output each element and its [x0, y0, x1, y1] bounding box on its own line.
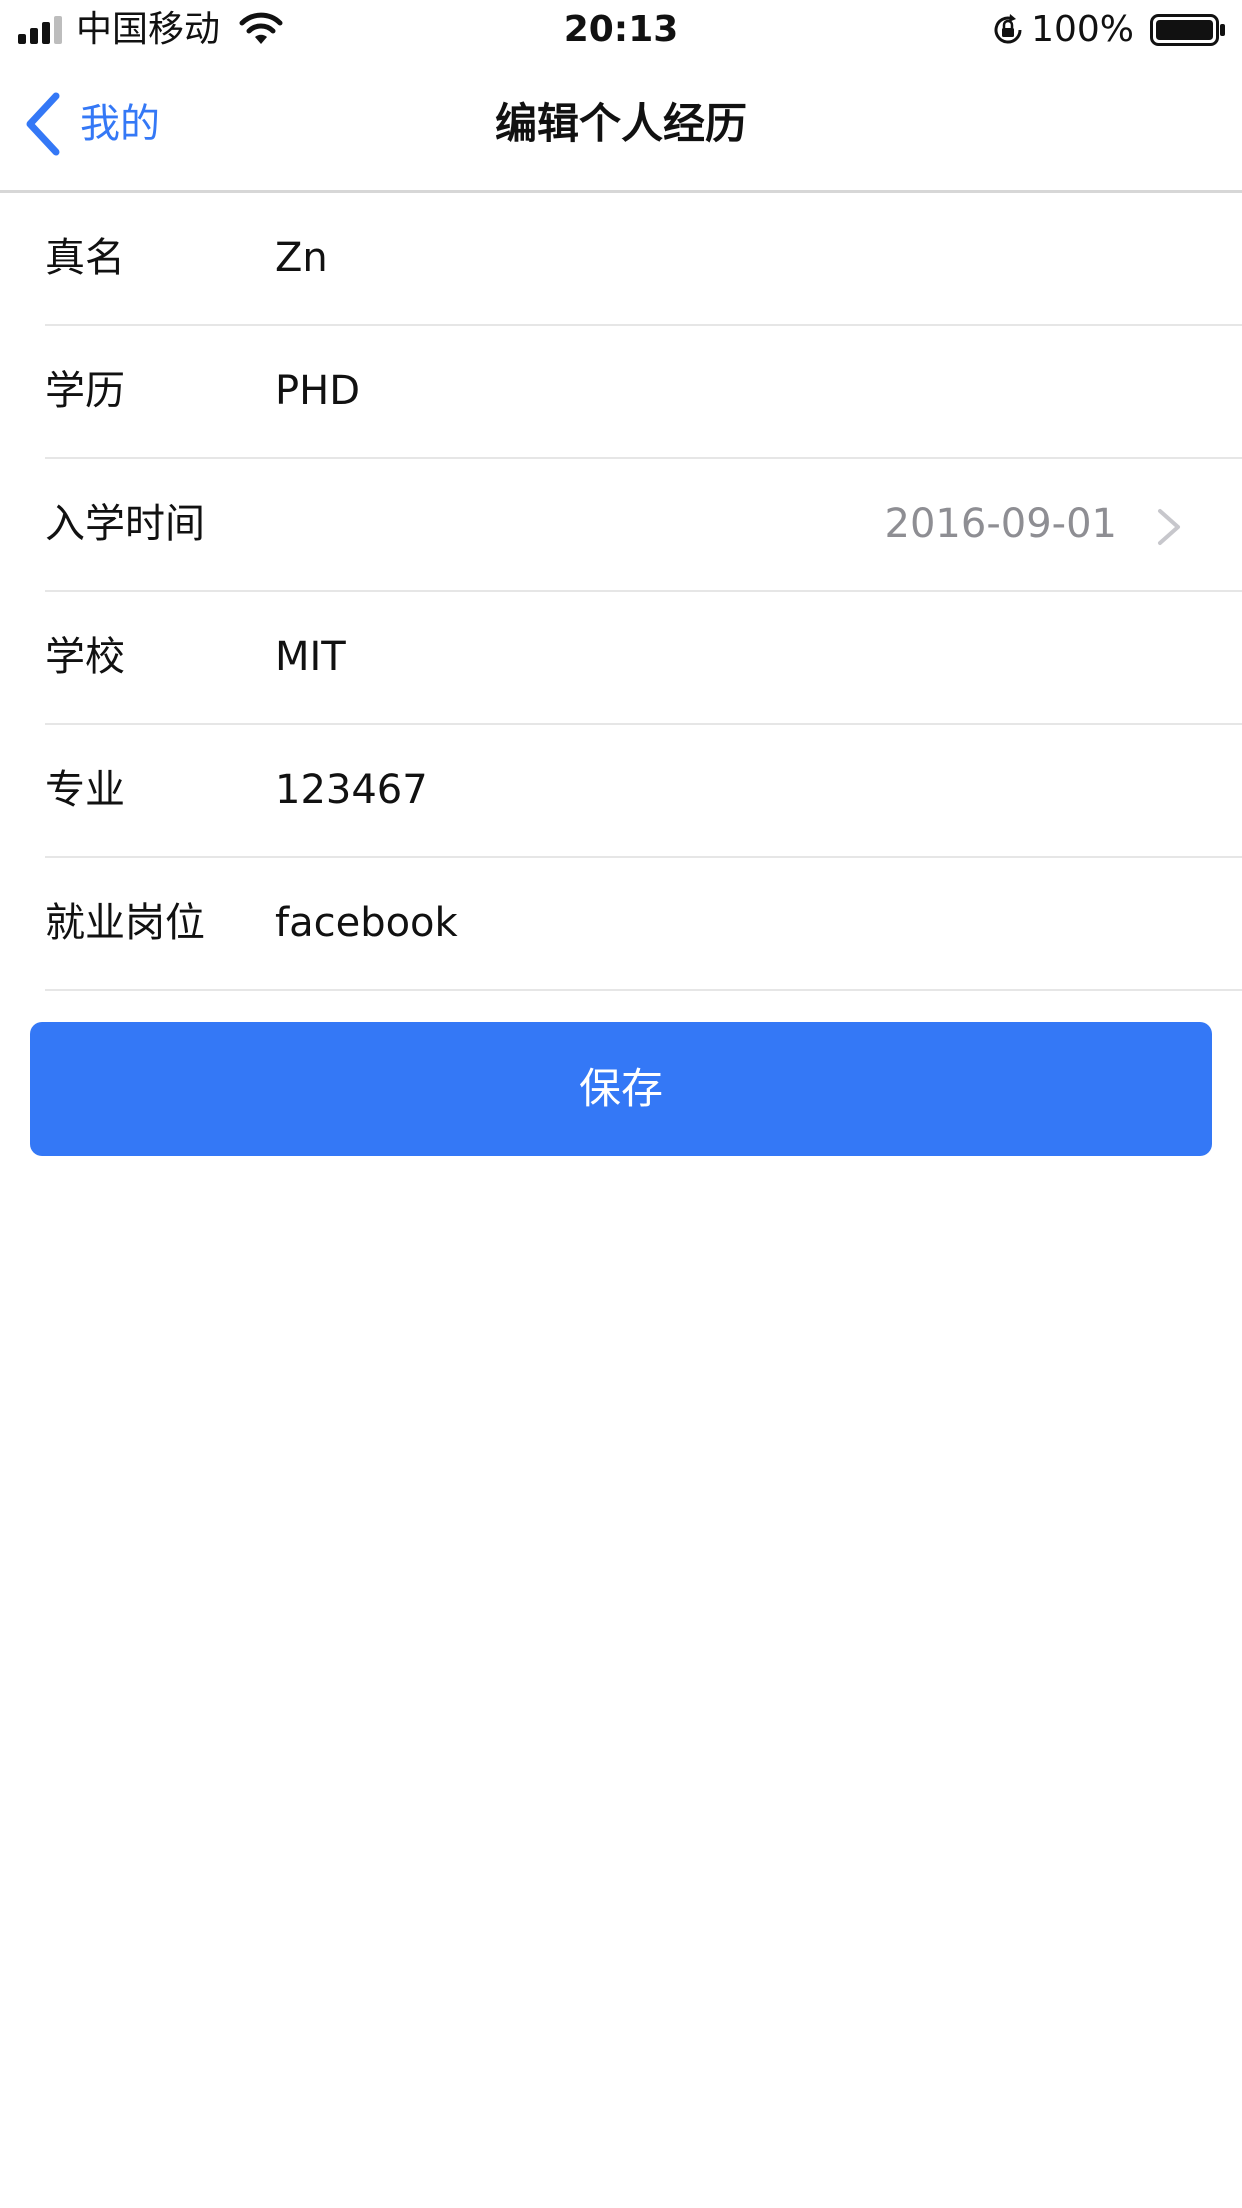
field-label: 学历: [45, 368, 125, 414]
status-bar: 中国移动 20:13 100%: [0, 0, 1242, 60]
save-button[interactable]: 保存: [30, 1022, 1212, 1156]
field-label: 学校: [45, 634, 125, 680]
major-field[interactable]: 123467: [275, 725, 1175, 856]
navigation-bar: 我的 编辑个人经历: [0, 60, 1242, 193]
field-label: 入学时间: [45, 501, 205, 547]
school-field[interactable]: MIT: [275, 592, 1175, 723]
experience-form: 真名 Zn 学历 PHD 入学时间 2016-09-01 学校 MIT 专业 1…: [0, 193, 1242, 991]
form-row-major: 专业 123467: [45, 725, 1242, 858]
degree-field[interactable]: PHD: [275, 326, 1175, 457]
page-title: 编辑个人经历: [494, 99, 747, 148]
field-label: 就业岗位: [45, 900, 205, 946]
field-label: 专业: [45, 767, 125, 813]
name-field[interactable]: Zn: [275, 193, 1175, 324]
battery-icon: [1150, 14, 1225, 46]
form-row-name: 真名 Zn: [45, 193, 1242, 326]
chevron-right-icon: [1158, 509, 1180, 545]
form-row-degree: 学历 PHD: [45, 326, 1242, 459]
form-row-school: 学校 MIT: [45, 592, 1242, 725]
form-row-job-position: 就业岗位 facebook: [45, 858, 1242, 991]
job-position-field[interactable]: facebook: [275, 858, 1175, 989]
form-row-enrollment-date[interactable]: 入学时间 2016-09-01: [45, 459, 1242, 592]
battery-percent: 100%: [1031, 9, 1134, 50]
field-label: 真名: [45, 235, 125, 281]
orientation-lock-icon: [994, 14, 1022, 44]
enrollment-date-value: 2016-09-01: [884, 501, 1117, 547]
